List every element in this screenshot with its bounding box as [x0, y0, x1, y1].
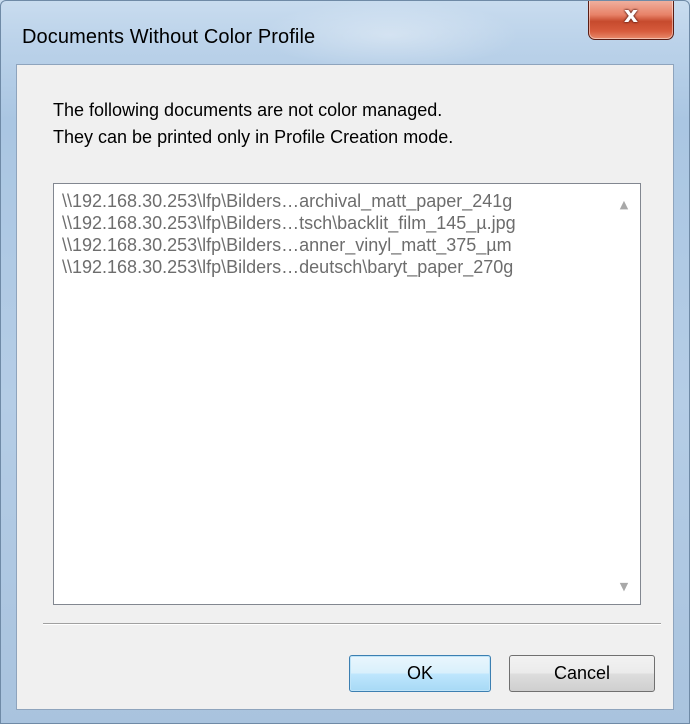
ok-button[interactable]: OK [349, 655, 491, 692]
cancel-button[interactable]: Cancel [509, 655, 655, 692]
scroll-up-arrow-icon[interactable]: ▲ [608, 194, 640, 216]
list-item[interactable]: \\192.168.30.253\lfp\Bilders…anner_vinyl… [62, 234, 604, 256]
documents-list[interactable]: \\192.168.30.253\lfp\Bilders…archival_ma… [53, 183, 641, 605]
message-line-2: They can be printed only in Profile Crea… [53, 127, 454, 147]
close-icon: x [623, 3, 639, 28]
close-button[interactable]: x [588, 0, 674, 40]
list-item[interactable]: \\192.168.30.253\lfp\Bilders…deutsch\bar… [62, 256, 604, 278]
dialog-window: Documents Without Color Profile x The fo… [0, 0, 690, 724]
list-item[interactable]: \\192.168.30.253\lfp\Bilders…tsch\backli… [62, 212, 604, 234]
divider [43, 623, 661, 625]
documents-list-items: \\192.168.30.253\lfp\Bilders…archival_ma… [62, 190, 604, 278]
dialog-title: Documents Without Color Profile [22, 26, 316, 48]
list-item[interactable]: \\192.168.30.253\lfp\Bilders…archival_ma… [62, 190, 604, 212]
vertical-scrollbar[interactable]: ▲ ▼ [608, 184, 640, 604]
message-line-1: The following documents are not color ma… [53, 100, 443, 120]
dialog-client-area: The following documents are not color ma… [16, 64, 674, 710]
message-text: The following documents are not color ma… [53, 97, 453, 151]
scroll-down-arrow-icon[interactable]: ▼ [608, 576, 640, 598]
